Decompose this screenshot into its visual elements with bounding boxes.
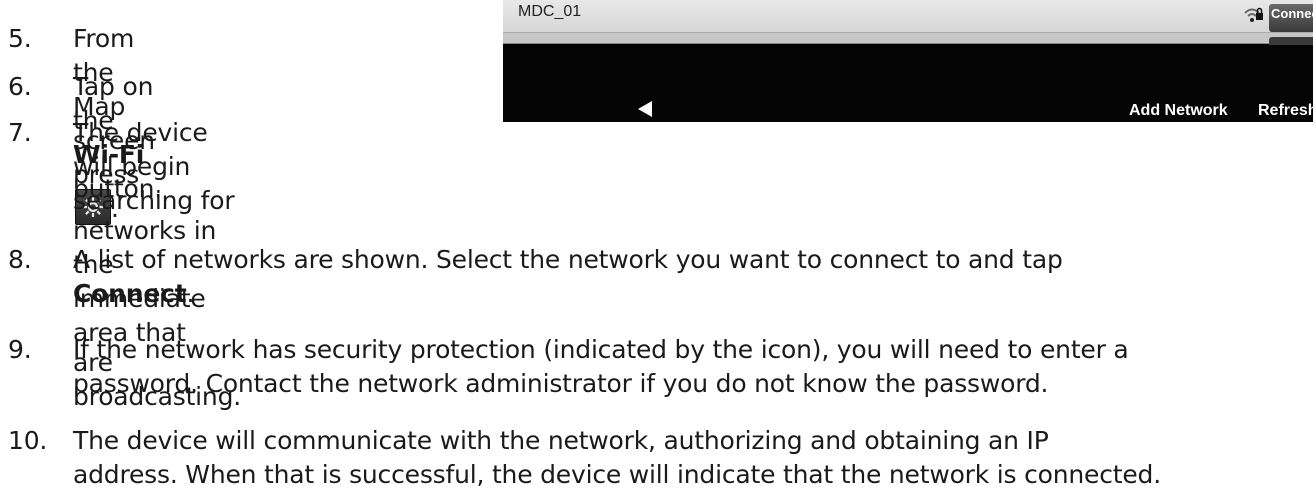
connect-button[interactable]: Connect <box>1269 4 1313 32</box>
wifi-lock-icon <box>1244 7 1263 22</box>
step-number: 6. <box>8 72 32 101</box>
step-number: 5. <box>8 24 32 53</box>
add-network-button[interactable]: Add Network <box>1129 102 1228 120</box>
network-row-partial <box>503 33 1313 44</box>
step-number: 9. <box>8 335 32 364</box>
network-name: MDC_01 <box>518 3 582 20</box>
network-row: MDC_01 Connect <box>503 0 1313 33</box>
back-arrow-icon[interactable] <box>638 101 652 117</box>
step-number: 10. <box>8 426 48 455</box>
wifi-screenshot: MDC_01 Connect Add Network Refresh <box>503 0 1313 122</box>
connect-label: Connect <box>73 279 187 308</box>
step-number: 8. <box>8 245 32 274</box>
step-number: 7. <box>8 118 32 147</box>
refresh-button[interactable]: Refresh <box>1258 102 1313 120</box>
